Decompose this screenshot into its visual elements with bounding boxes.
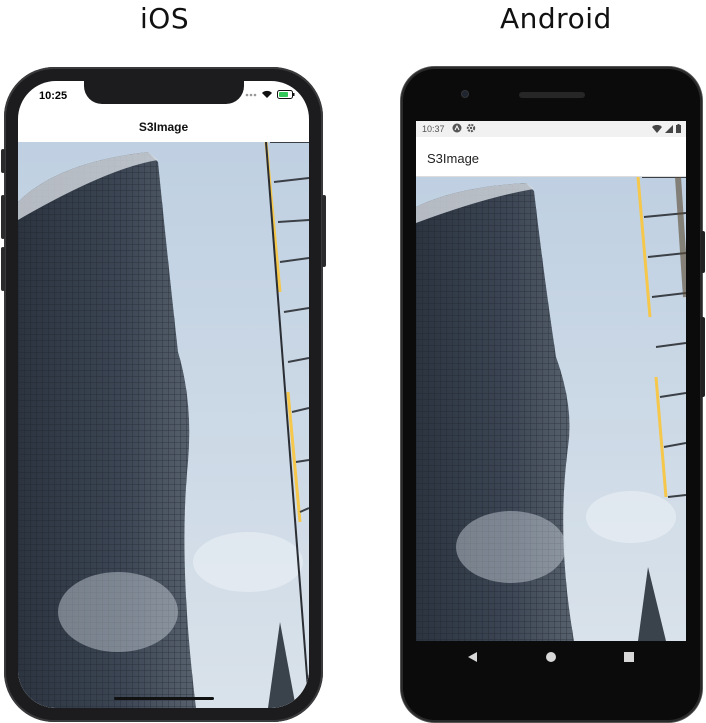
android-speaker: [519, 92, 585, 98]
signal-icon: [665, 124, 673, 133]
android-status-time: 10:37: [422, 124, 445, 134]
iphone-screen: 10:25 S3Image: [18, 81, 309, 708]
android-status-bar: 10:37: [416, 121, 686, 137]
android-screen: 10:37 S3Image: [416, 121, 686, 641]
iphone-silent-switch: [1, 149, 5, 173]
ios-heading: iOS: [140, 2, 190, 35]
back-triangle-icon[interactable]: [466, 651, 478, 663]
battery-icon: [277, 90, 295, 99]
android-system-icons: [652, 124, 681, 133]
battery-icon: [676, 124, 681, 133]
iphone-notch: [84, 81, 244, 104]
android-notification-icons: [452, 123, 476, 133]
android-navigation-bar: [416, 641, 686, 675]
app-notification-icon: [452, 123, 462, 133]
s3-image-ios[interactable]: [18, 142, 309, 708]
s3-image-android[interactable]: [416, 177, 686, 641]
android-device-frame: 10:37 S3Image: [401, 67, 705, 722]
iphone-power-button[interactable]: [322, 195, 326, 267]
iphone-volume-up-button[interactable]: [1, 195, 5, 239]
iphone-volume-down-button[interactable]: [1, 247, 5, 291]
wifi-icon: [652, 124, 662, 133]
android-volume-button[interactable]: [701, 317, 705, 397]
ios-status-time: 10:25: [39, 90, 68, 102]
iphone-device-frame: 10:25 S3Image: [1, 67, 326, 722]
wifi-icon: [262, 90, 272, 98]
home-circle-icon[interactable]: [545, 651, 557, 663]
ios-status-icons: [245, 90, 295, 99]
android-heading: Android: [500, 2, 612, 35]
android-app-title: S3Image: [427, 151, 480, 166]
ios-home-indicator[interactable]: [114, 697, 214, 700]
android-power-button[interactable]: [701, 231, 705, 273]
recents-square-icon[interactable]: [623, 651, 635, 663]
settings-gear-icon: [466, 123, 476, 133]
ios-nav-title: S3Image: [138, 120, 189, 134]
android-front-camera: [461, 90, 469, 98]
cellular-dots-icon: [245, 93, 257, 96]
